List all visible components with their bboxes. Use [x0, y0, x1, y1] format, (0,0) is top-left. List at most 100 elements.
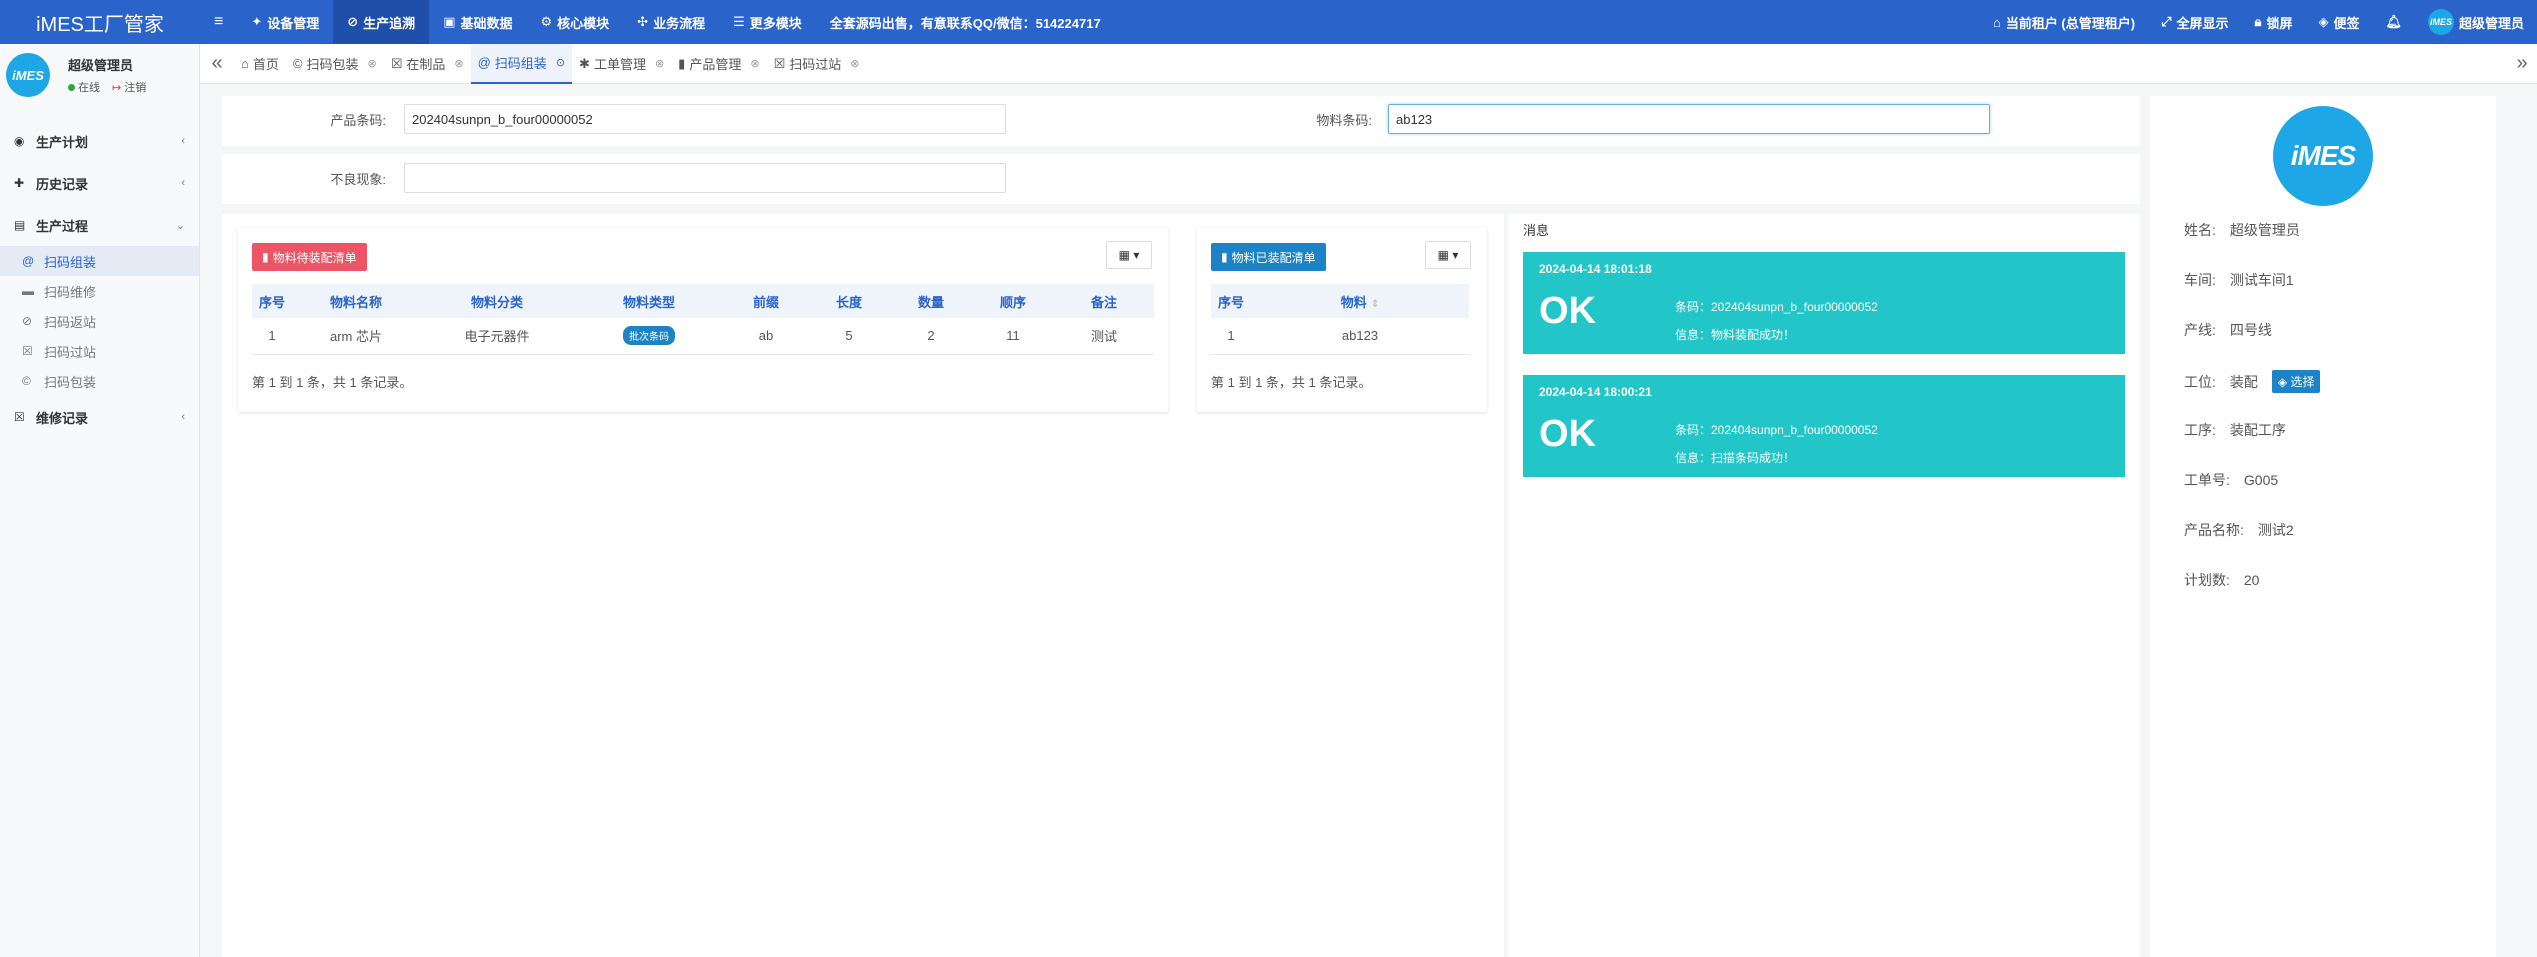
sidebar-item-label: 扫码返站 — [44, 314, 97, 330]
notice-text: 全套源码出售，有意联系QQ/微信：514224717 — [829, 15, 1101, 31]
messages-panel: 消息 2024-04-14 18:01:18 OK 条码：202404sunpn… — [1508, 214, 2140, 957]
barcode-form-panel: 产品条码: 物料条码: — [222, 96, 2140, 146]
table-row[interactable]: 1 ab123 — [1211, 318, 1469, 355]
close-icon[interactable]: ⊙ — [556, 56, 565, 69]
material-code-input[interactable] — [1388, 104, 1990, 134]
tab-scan-assembly[interactable]: @ 扫码组装 ⊙ — [470, 43, 573, 84]
sidebar-item-label: 生产计划 — [36, 134, 89, 150]
avatar: iMES — [2427, 9, 2454, 35]
sidebar-item-plan[interactable]: ◉ 生产计划 ‹ — [0, 120, 199, 162]
material-code-row: 物料条码: — [1242, 104, 1990, 134]
column-header[interactable]: 数量 — [890, 284, 972, 318]
table-cell: 2 — [890, 318, 972, 355]
close-box-icon: ☒ — [773, 55, 786, 71]
message-code: 条码：202404sunpn_b_four00000052 — [1675, 300, 1878, 314]
tenant-switch[interactable]: ⌂ 当前租户 (总管理租户) — [1980, 13, 2148, 32]
lock-label: 锁屏 — [2266, 15, 2293, 31]
info-value: 超级管理员 — [2229, 222, 2300, 238]
close-icon[interactable]: ⊗ — [850, 57, 859, 70]
table-cell: 11 — [972, 318, 1054, 355]
status-badge: 批次条码 — [623, 326, 675, 346]
sidebar-sub-scan-pass[interactable]: ☒ 扫码过站 — [0, 336, 199, 366]
menu-toggle-icon[interactable]: ≡ — [200, 0, 237, 44]
column-header[interactable]: 序号 — [252, 284, 292, 318]
message-code: 条码：202404sunpn_b_four00000052 — [1675, 423, 1878, 437]
nav-device-management[interactable]: ✦ 设备管理 — [237, 0, 333, 44]
nav-core-module[interactable]: ⚙ 核心模块 — [527, 0, 624, 44]
assembled-materials-table: 序号 物料 ⇕ 1 ab123 — [1211, 284, 1469, 355]
tab-home[interactable]: ⌂ 首页 — [234, 44, 286, 84]
tabs-scroll-right-icon[interactable]: » — [2507, 44, 2537, 84]
column-header[interactable]: 物料名称 — [292, 284, 420, 318]
tab-label: 扫码包装 — [306, 57, 359, 72]
lock-button[interactable]: 🔒︎ 锁屏 — [2242, 13, 2306, 32]
tab-wip[interactable]: ☒ 在制品 ⊗ — [384, 44, 471, 84]
book-icon: ▣ — [443, 14, 456, 29]
table-cell: ab123 — [1251, 318, 1469, 355]
close-icon[interactable]: ⊗ — [655, 57, 664, 70]
close-icon[interactable]: ⊗ — [367, 57, 376, 70]
sidebar-item-repair-record[interactable]: ☒ 维修记录 ‹ — [0, 396, 199, 438]
top-nav: ≡ ✦ 设备管理 ⊘ 生产追溯 ▣ 基础数据 ⚙ 核心模块 ✣ 业务流程 ☰ 更多模块 全套… — [200, 0, 1115, 44]
nav-label: 设备管理 — [267, 15, 320, 31]
user-info: 超级管理员 在线 ↦ 注销 — [68, 55, 146, 95]
pending-materials-table: 序号 物料名称 物料分类 物料类型 前缀 长度 数量 顺序 备注 1 arm 芯… — [252, 284, 1154, 355]
column-header[interactable]: 长度 — [808, 284, 890, 318]
tab-scan-pack[interactable]: © 扫码包装 ⊗ — [286, 44, 384, 84]
nav-basic-data[interactable]: ▣ 基础数据 — [429, 0, 526, 44]
columns-toggle-button[interactable]: ▦ ▾ — [1106, 241, 1152, 269]
tab-product-management[interactable]: ▮ 产品管理 ⊗ — [671, 44, 766, 84]
info-label: 产品名称: — [2184, 522, 2244, 538]
tabs-scroll-left-icon[interactable]: « — [200, 44, 234, 84]
message-status: OK — [1539, 413, 1596, 455]
info-name: 姓名: 超级管理员 — [2184, 220, 2300, 240]
chevron-left-icon: ‹ — [181, 411, 185, 423]
bell-icon[interactable]: 🔔︎ — [2372, 14, 2415, 30]
column-header[interactable]: 序号 — [1211, 284, 1251, 318]
close-icon[interactable]: ⊗ — [454, 57, 463, 70]
product-code-label: 产品条码: — [330, 112, 386, 128]
tab-scan-pass[interactable]: ☒ 扫码过站 ⊗ — [767, 44, 867, 84]
column-header[interactable]: 顺序 — [972, 284, 1054, 318]
sidebar-sub-scan-repair[interactable]: ▬ 扫码维修 — [0, 276, 199, 306]
table-cell: 1 — [1211, 318, 1251, 355]
column-header[interactable]: 物料分类 — [420, 284, 574, 318]
at-icon: @ — [477, 55, 491, 70]
column-header[interactable]: 前缀 — [724, 284, 808, 318]
select-station-button[interactable]: ◈ 选择 — [2271, 370, 2321, 393]
lock-icon: 🔒︎ — [2254, 14, 2262, 29]
pending-list-button[interactable]: ▮ 物料待装配清单 — [252, 243, 367, 271]
nav-more-modules[interactable]: ☰ 更多模块 — [719, 0, 816, 44]
top-header: iMES工厂管家 ≡ ✦ 设备管理 ⊘ 生产追溯 ▣ 基础数据 ⚙ 核心模块 ✣ 业务流程… — [0, 0, 2537, 44]
note-button[interactable]: ◈ 便签 — [2305, 13, 2372, 32]
nav-production-trace[interactable]: ⊘ 生产追溯 — [333, 0, 430, 44]
assembled-materials-card: ▮ 物料已装配清单 ▦ ▾ 序号 物料 ⇕ 1 ab123 第 1 到 1 条，共 … — [1197, 228, 1487, 412]
sidebar-sub-scan-return[interactable]: ⊘ 扫码返站 — [0, 306, 199, 336]
tab-order-management[interactable]: ✱ 工单管理 ⊗ — [572, 44, 671, 84]
sidebar-sub-scan-pack[interactable]: © 扫码包装 — [0, 366, 199, 396]
column-header-sortable[interactable]: 物料 ⇕ — [1251, 284, 1469, 318]
assembled-list-button[interactable]: ▮ 物料已装配清单 — [1211, 243, 1326, 271]
sidebar-item-process[interactable]: ▤ 生产过程 ⌄ — [0, 204, 199, 246]
column-header[interactable]: 备注 — [1054, 284, 1154, 318]
user-menu[interactable]: iMES 超级管理员 — [2415, 9, 2537, 35]
close-icon[interactable]: ⊗ — [750, 57, 759, 70]
copyright-icon: © — [292, 56, 303, 71]
info-value: 测试车间1 — [2229, 272, 2294, 288]
nav-label: 业务流程 — [653, 15, 706, 31]
fullscreen-button[interactable]: ⤢ 全屏显示 — [2148, 13, 2241, 32]
user-status: 在线 ↦ 注销 — [68, 79, 146, 95]
sidebar-item-history[interactable]: ✚ 历史记录 ‹ — [0, 162, 199, 204]
column-header[interactable]: 物料类型 — [574, 284, 724, 318]
product-code-row: 产品条码: — [262, 104, 1006, 134]
info-line: 产线: 四号线 — [2184, 320, 2272, 340]
logout-link[interactable]: ↦ 注销 — [112, 79, 146, 95]
nav-label: 更多模块 — [749, 15, 802, 31]
columns-toggle-button[interactable]: ▦ ▾ — [1425, 241, 1471, 269]
nav-business-flow[interactable]: ✣ 业务流程 — [623, 0, 719, 44]
defect-input[interactable] — [404, 163, 1006, 193]
sidebar-sub-scan-assembly[interactable]: @ 扫码组装 — [0, 246, 199, 276]
product-code-input[interactable] — [404, 104, 1006, 134]
tab-label: 工单管理 — [593, 57, 646, 72]
table-row[interactable]: 1 arm 芯片 电子元器件 批次条码 ab 5 2 11 测试 — [252, 318, 1154, 355]
